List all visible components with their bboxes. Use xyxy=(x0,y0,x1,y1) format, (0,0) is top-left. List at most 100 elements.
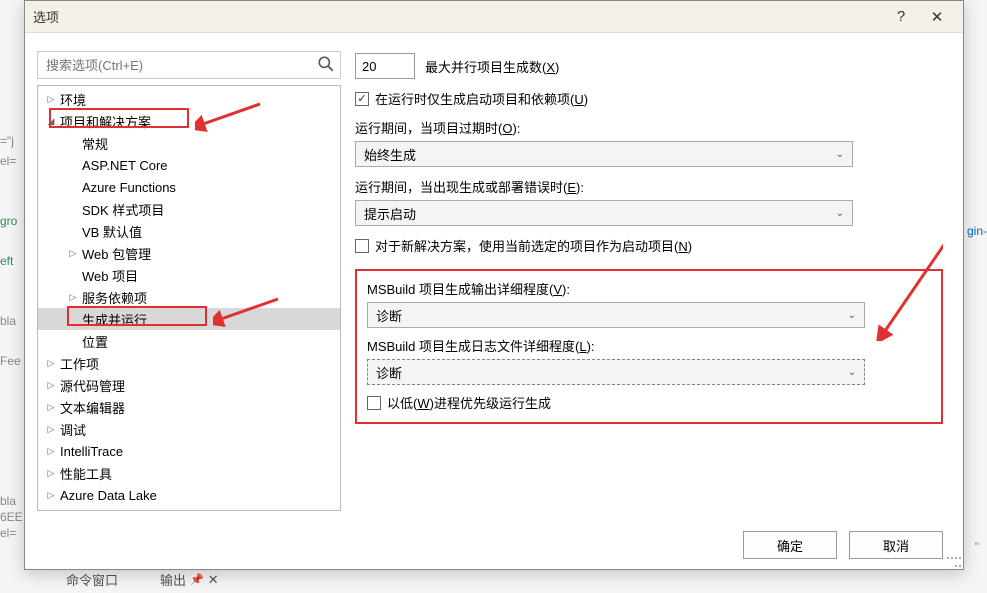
dialog-footer: 确定 取消 xyxy=(25,521,963,569)
tree-item-label: SDK 样式项目 xyxy=(82,200,164,219)
help-icon[interactable]: ? xyxy=(883,3,919,31)
expander-icon[interactable]: ▷ xyxy=(44,400,58,414)
bottom-tabstrip: 命令窗口 输出📌✕ xyxy=(60,566,225,593)
msbuild-log-label: MSBuild 项目生成日志文件详细程度(L): xyxy=(367,336,931,355)
tree-item-label: ASP.NET Core xyxy=(82,158,168,173)
bg-code: bla xyxy=(0,314,16,328)
tree-item-label: 性能工具 xyxy=(60,464,112,483)
tree-item[interactable]: ▷ASP.NET Core xyxy=(38,154,340,176)
options-dialog: 选项 ? ✕ ▷环境◢项目和解决方案▷常规▷ASP.NET Core▷Azure… xyxy=(24,0,964,570)
tree-item-label: IntelliTrace xyxy=(60,444,123,459)
expander-icon[interactable]: ▷ xyxy=(44,444,58,458)
tab-command-window[interactable]: 命令窗口 xyxy=(60,566,124,593)
cancel-button[interactable]: 取消 xyxy=(849,531,943,559)
tree-item[interactable]: ▷调试 xyxy=(38,418,340,440)
msbuild-section: MSBuild 项目生成输出详细程度(V): 诊断⌄ MSBuild 项目生成日… xyxy=(355,269,943,424)
search-icon[interactable] xyxy=(317,55,335,73)
msbuild-output-label: MSBuild 项目生成输出详细程度(V): xyxy=(367,279,931,298)
use-selected-startup-label: 对于新解决方案，使用当前选定的项目作为启动项目(N) xyxy=(375,236,692,255)
dialog-title: 选项 xyxy=(33,7,883,26)
tab-output[interactable]: 输出📌✕ xyxy=(154,566,225,593)
tree-item[interactable]: ▷VB 默认值 xyxy=(38,220,340,242)
tree-item-label: 常规 xyxy=(82,134,108,153)
bg-code: Fee xyxy=(0,354,21,368)
search-input[interactable] xyxy=(37,51,341,79)
tree-item-label: 生成并运行 xyxy=(82,310,147,329)
close-icon[interactable]: ✕ xyxy=(919,3,955,31)
category-tree[interactable]: ▷环境◢项目和解决方案▷常规▷ASP.NET Core▷Azure Functi… xyxy=(37,85,341,511)
tree-item-label: 调试 xyxy=(60,420,86,439)
tree-item-label: 源代码管理 xyxy=(60,376,125,395)
resize-grip[interactable] xyxy=(947,553,961,567)
on-run-error-label: 运行期间，当出现生成或部署错误时(E): xyxy=(355,177,943,196)
bg-code: eft xyxy=(0,254,13,268)
tree-item[interactable]: ▷Web 项目 xyxy=(38,264,340,286)
max-parallel-label: 最大并行项目生成数(X) xyxy=(425,57,559,76)
close-icon[interactable]: ✕ xyxy=(208,572,219,588)
settings-panel: 最大并行项目生成数(X) 在运行时仅生成启动项目和依赖项(U) 运行期间，当项目… xyxy=(355,51,943,511)
tree-item[interactable]: ▷服务依赖项 xyxy=(38,286,340,308)
low-priority-label: 以低(W)进程优先级运行生成 xyxy=(387,393,551,412)
bg-code: bla xyxy=(0,494,16,508)
tree-item[interactable]: ▷Azure Data Lake xyxy=(38,484,340,506)
tree-item[interactable]: ▷环境 xyxy=(38,88,340,110)
tree-item-label: 文本编辑器 xyxy=(60,398,125,417)
expander-icon[interactable]: ▷ xyxy=(44,422,58,436)
msbuild-log-combo[interactable]: 诊断⌄ xyxy=(367,359,865,385)
on-run-outdated-label: 运行期间，当项目过期时(O): xyxy=(355,118,943,137)
tree-item[interactable]: ▷性能工具 xyxy=(38,462,340,484)
left-panel: ▷环境◢项目和解决方案▷常规▷ASP.NET Core▷Azure Functi… xyxy=(37,51,341,511)
tree-item[interactable]: ▷Azure Functions xyxy=(38,176,340,198)
tree-item-label: Web 包管理 xyxy=(82,244,151,263)
tree-item[interactable]: ▷位置 xyxy=(38,330,340,352)
tree-item[interactable]: ◢项目和解决方案 xyxy=(38,110,340,132)
tree-item[interactable]: ▷SDK 样式项目 xyxy=(38,198,340,220)
tree-item[interactable]: ▷常规 xyxy=(38,132,340,154)
bg-code: gro xyxy=(0,214,17,228)
expander-icon[interactable]: ▷ xyxy=(66,290,80,304)
tree-item[interactable]: ▷文本编辑器 xyxy=(38,396,340,418)
low-priority-checkbox[interactable] xyxy=(367,396,381,410)
expander-icon[interactable]: ▷ xyxy=(44,92,58,106)
bg-code: gin- xyxy=(967,224,987,238)
on-run-outdated-combo[interactable]: 始终生成⌄ xyxy=(355,141,853,167)
bg-code: el= xyxy=(0,526,16,540)
pin-icon[interactable]: 📌 xyxy=(190,573,204,586)
expander-icon[interactable]: ▷ xyxy=(66,246,80,260)
tree-item-label: 环境 xyxy=(60,90,86,109)
tree-item-label: Azure Data Lake xyxy=(60,488,157,503)
msbuild-output-combo[interactable]: 诊断⌄ xyxy=(367,302,865,328)
only-startup-label: 在运行时仅生成启动项目和依赖项(U) xyxy=(375,89,588,108)
titlebar: 选项 ? ✕ xyxy=(25,1,963,33)
bg-code: el= xyxy=(0,154,16,168)
tree-item-label: 位置 xyxy=(82,332,108,351)
chevron-down-icon: ⌄ xyxy=(848,367,856,378)
tree-item-label: VB 默认值 xyxy=(82,222,142,241)
chevron-down-icon: ⌄ xyxy=(836,208,844,219)
ok-button[interactable]: 确定 xyxy=(743,531,837,559)
bg-code: ="j xyxy=(0,134,14,148)
expander-icon[interactable]: ◢ xyxy=(44,114,58,128)
tree-item[interactable]: ▷工作项 xyxy=(38,352,340,374)
only-startup-checkbox[interactable] xyxy=(355,92,369,106)
bg-code: 6EE xyxy=(0,510,23,524)
expander-icon[interactable]: ▷ xyxy=(44,488,58,502)
tree-item[interactable]: ▷IntelliTrace xyxy=(38,440,340,462)
use-selected-startup-checkbox[interactable] xyxy=(355,239,369,253)
tree-item[interactable]: ▷源代码管理 xyxy=(38,374,340,396)
tree-item-label: 工作项 xyxy=(60,354,99,373)
on-run-error-combo[interactable]: 提示启动⌄ xyxy=(355,200,853,226)
max-parallel-input[interactable] xyxy=(355,53,415,79)
chevron-down-icon: ⌄ xyxy=(848,310,856,321)
tree-item-label: Azure Functions xyxy=(82,180,176,195)
expander-icon[interactable]: ▷ xyxy=(44,378,58,392)
expander-icon[interactable]: ▷ xyxy=(44,466,58,480)
expander-icon[interactable]: ▷ xyxy=(44,356,58,370)
tree-item-label: Web 项目 xyxy=(82,266,138,285)
tree-item-label: 服务依赖项 xyxy=(82,288,147,307)
chevron-down-icon: ⌄ xyxy=(836,149,844,160)
bg-code: " xyxy=(975,540,979,554)
tree-item[interactable]: ▷Web 包管理 xyxy=(38,242,340,264)
tree-item[interactable]: ▷生成并运行 xyxy=(38,308,340,330)
tree-item-label: 项目和解决方案 xyxy=(60,112,151,131)
